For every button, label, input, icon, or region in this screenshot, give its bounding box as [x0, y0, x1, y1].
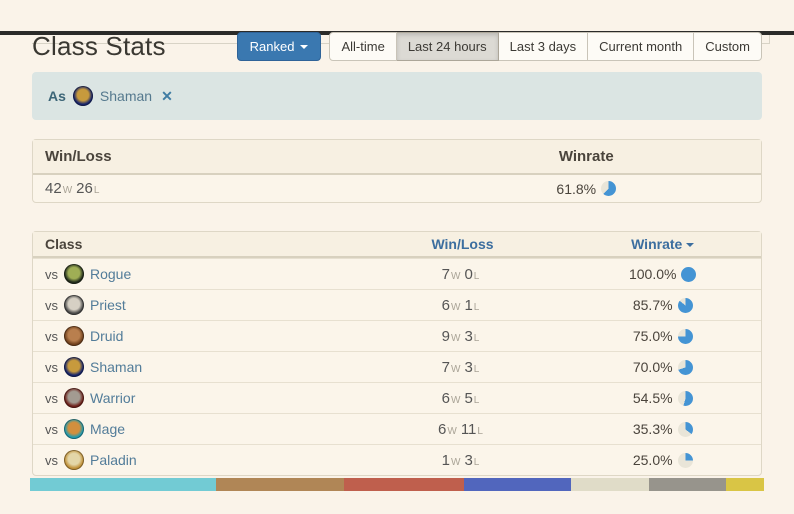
winrate-pie-icon — [601, 181, 617, 196]
winrate-pie-icon — [677, 452, 693, 468]
winrate-value: 85.7% — [633, 297, 693, 313]
warrior-class-icon — [64, 388, 84, 408]
winloss-value: 6W 1L — [441, 296, 480, 314]
table-row-paladin: vs Paladin 1W 3L 25.0% — [33, 444, 761, 475]
summary-winloss-header: Win/Loss — [33, 140, 412, 175]
table-row-druid: vs Druid 9W 3L 75.0% — [33, 320, 761, 351]
rogue-class-icon — [64, 264, 84, 284]
class-link-mage[interactable]: Mage — [90, 421, 125, 437]
distribution-segment — [216, 478, 345, 491]
winloss-value: 1W 3L — [441, 451, 480, 469]
header-controls: Ranked All-time Last 24 hours Last 3 day… — [236, 32, 762, 61]
filter-prefix-label: As — [48, 88, 66, 104]
winrate-pie-icon — [677, 328, 693, 344]
winloss-value: 9W 3L — [441, 327, 480, 345]
class-link-warrior[interactable]: Warrior — [90, 390, 135, 406]
winrate-pie-icon — [677, 390, 693, 406]
per-class-stats-table: Class Win/Loss Winrate vs Rogue 7W 0L 100.… — [32, 231, 762, 476]
tab-last-24-hours[interactable]: Last 24 hours — [396, 32, 499, 61]
mage-class-icon — [64, 419, 84, 439]
tab-custom[interactable]: Custom — [694, 32, 762, 61]
chevron-down-icon — [300, 44, 309, 49]
summary-row: 42W 26L 61.8% — [33, 175, 761, 202]
winrate-value: 100.0% — [629, 266, 697, 282]
distribution-segment — [725, 478, 764, 491]
winrate-value: 70.0% — [633, 359, 693, 375]
winrate-pie-icon — [677, 359, 693, 375]
distribution-segment — [648, 478, 726, 491]
sort-desc-icon — [686, 243, 695, 248]
table-row-priest: vs Priest 6W 1L 85.7% — [33, 289, 761, 320]
table-row-shaman: vs Shaman 7W 3L 70.0% — [33, 351, 761, 382]
shaman-class-icon — [64, 357, 84, 377]
priest-class-icon — [64, 295, 84, 315]
tab-current-month[interactable]: Current month — [588, 32, 695, 61]
paladin-class-icon — [64, 450, 84, 470]
winrate-value: 35.3% — [633, 421, 693, 437]
winloss-value: 6W 5L — [441, 389, 480, 407]
tab-last-3-days[interactable]: Last 3 days — [498, 32, 589, 61]
page-title: Class Stats — [32, 31, 166, 61]
winrate-column-header-sorted[interactable]: Winrate — [564, 232, 761, 258]
shaman-class-icon — [72, 86, 93, 106]
overall-winrate: 61.8% — [556, 181, 617, 197]
distribution-segment — [30, 478, 217, 491]
summary-winrate-header: Winrate — [411, 140, 761, 175]
active-filter-panel: As Shaman ✕ — [32, 72, 762, 120]
remove-filter-icon[interactable]: ✕ — [161, 88, 173, 105]
overall-stats-table: Win/Loss Winrate 42W 26L 61.8% — [32, 139, 762, 203]
page-header: Class Stats Ranked All-time Last 24 hour… — [32, 31, 762, 62]
winrate-pie-icon — [677, 297, 693, 313]
winloss-value: 6W 11L — [438, 420, 483, 438]
class-column-header: Class — [33, 232, 361, 258]
winloss-value: 7W 0L — [441, 265, 480, 283]
distribution-segment — [463, 478, 571, 491]
ranked-dropdown-label: Ranked — [249, 39, 295, 54]
class-link-paladin[interactable]: Paladin — [90, 452, 137, 468]
winrate-pie-icon — [681, 266, 697, 282]
ranked-dropdown-button[interactable]: Ranked — [236, 32, 322, 61]
winrate-value: 25.0% — [633, 452, 693, 468]
table-row-rogue: vs Rogue 7W 0L 100.0% — [33, 258, 761, 289]
winrate-value: 54.5% — [633, 390, 693, 406]
class-link-shaman[interactable]: Shaman — [90, 359, 142, 375]
winrate-pie-icon — [677, 421, 693, 437]
class-link-druid[interactable]: Druid — [90, 328, 123, 344]
filter-class-label: Shaman — [99, 88, 153, 104]
tab-all-time[interactable]: All-time — [329, 32, 397, 61]
winloss-column-header[interactable]: Win/Loss — [360, 232, 565, 258]
class-link-rogue[interactable]: Rogue — [90, 266, 131, 282]
overall-winloss-value: 42W 26L — [45, 180, 100, 197]
table-row-mage: vs Mage 6W 11L 35.3% — [33, 413, 761, 444]
time-filter-group: All-time Last 24 hours Last 3 days Curre… — [329, 32, 762, 61]
class-link-priest[interactable]: Priest — [90, 297, 126, 313]
class-distribution-bar — [30, 478, 764, 491]
page-container: Class Stats Ranked All-time Last 24 hour… — [0, 31, 794, 491]
winloss-value: 7W 3L — [441, 358, 480, 376]
distribution-segment — [570, 478, 649, 491]
winrate-value: 75.0% — [633, 328, 693, 344]
table-row-warrior: vs Warrior 6W 5L 54.5% — [33, 382, 761, 413]
distribution-segment — [344, 478, 464, 491]
druid-class-icon — [64, 326, 84, 346]
